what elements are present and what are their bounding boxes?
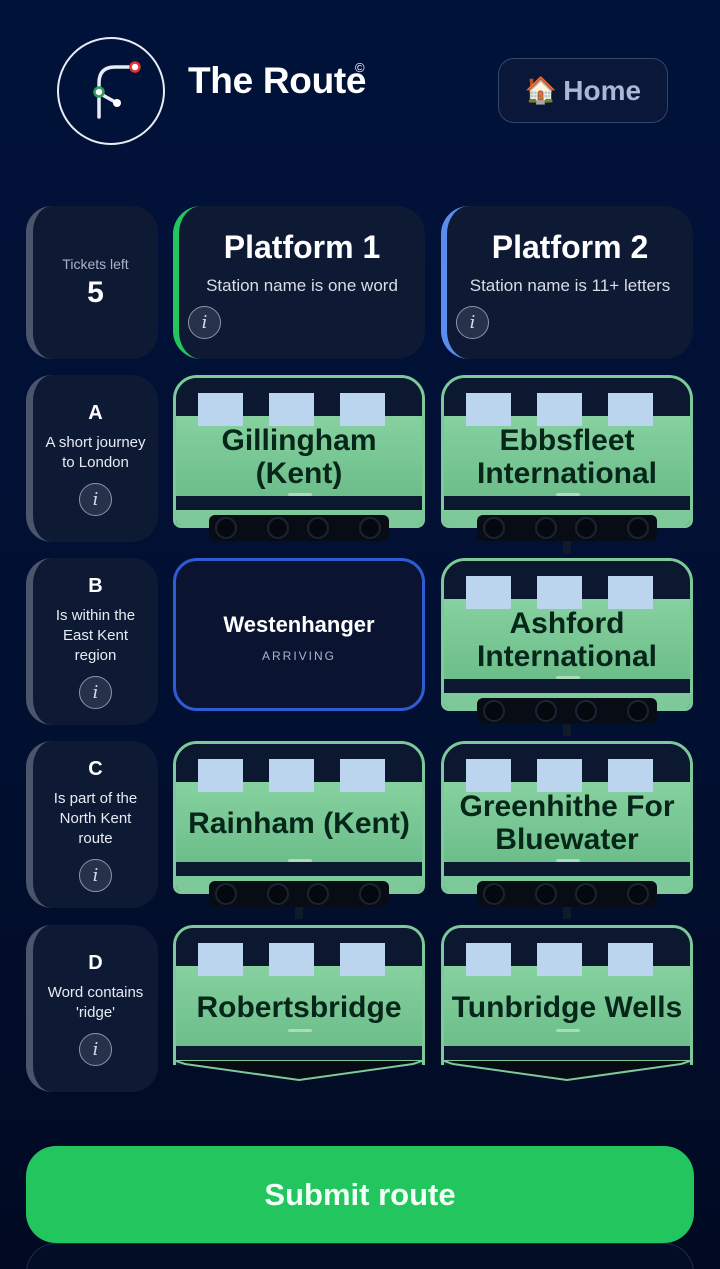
train-wheels: [209, 881, 389, 907]
platform-2-info-icon[interactable]: i: [456, 306, 489, 339]
station-tile-a1[interactable]: Gillingham (Kent): [173, 375, 425, 528]
train-wheels: [477, 515, 657, 541]
rule-letter: C: [88, 757, 103, 780]
station-tile-d1[interactable]: Robertsbridge: [173, 925, 425, 1065]
station-name: Ebbsfleet International: [476, 424, 657, 490]
train-door-mark: [556, 1029, 580, 1032]
train-wheels: [477, 881, 657, 907]
rule-text: Is part of the North Kent route: [53, 789, 138, 847]
train-nose: [173, 1060, 425, 1082]
rule-card-c: C Is part of the North Kent route i: [26, 741, 158, 908]
train-door-mark: [288, 1029, 312, 1032]
platform-1-title: Platform 1: [223, 229, 381, 265]
rule-c-info-icon[interactable]: i: [79, 858, 112, 892]
train-stripe: [444, 862, 690, 876]
train-door-mark: [556, 859, 580, 862]
platform-2-header: Platform 2 Station name is 11+ letters i: [441, 206, 693, 359]
arriving-status: ARRIVING: [261, 649, 336, 663]
station-name: Greenhithe For Bluewater: [459, 790, 675, 856]
platform-2-title: Platform 2: [491, 229, 649, 265]
station-tile-c2[interactable]: Greenhithe For Bluewater: [441, 741, 693, 894]
arriving-station-name: Westenhanger: [223, 612, 375, 637]
train-stripe: [444, 1046, 690, 1060]
station-name: Ashford International: [476, 607, 657, 673]
copyright-mark: ©: [355, 60, 365, 75]
train-stripe: [444, 496, 690, 510]
rule-text: Word contains 'ridge': [47, 983, 144, 1021]
station-tile-b2[interactable]: Ashford International: [441, 558, 693, 711]
train-wheels: [477, 698, 657, 724]
station-name: Gillingham (Kent): [221, 424, 377, 490]
train-stripe: [444, 679, 690, 693]
tickets-left-count: 5: [87, 275, 104, 309]
station-tile-a2[interactable]: Ebbsfleet International: [441, 375, 693, 528]
app-title: The Route: [188, 60, 367, 101]
platform-1-rule: Station name is one word: [206, 276, 398, 295]
train-door-mark: [288, 859, 312, 862]
house-icon: 🏠: [524, 75, 558, 105]
submit-route-button[interactable]: Submit route: [26, 1146, 694, 1243]
train-wheels: [209, 515, 389, 541]
train-stripe: [176, 862, 422, 876]
rule-d-info-icon[interactable]: i: [79, 1032, 112, 1066]
train-door-mark: [556, 493, 580, 496]
station-tile-d2[interactable]: Tunbridge Wells: [441, 925, 693, 1065]
rule-text: A short journey to London: [45, 433, 146, 471]
secondary-button[interactable]: [26, 1243, 694, 1269]
home-button-label: Home: [563, 74, 642, 106]
train-door-mark: [556, 676, 580, 679]
rule-card-d: D Word contains 'ridge' i: [26, 925, 158, 1092]
tickets-left-label: Tickets left: [62, 255, 129, 272]
home-button[interactable]: 🏠 Home: [498, 58, 668, 123]
rule-letter: A: [88, 401, 103, 424]
rule-card-b: B Is within the East Kent region i: [26, 558, 158, 725]
rule-card-a: A A short journey to London i: [26, 375, 158, 542]
route-logo-icon: [57, 37, 165, 145]
rule-b-info-icon[interactable]: i: [79, 675, 112, 709]
rule-a-info-icon[interactable]: i: [79, 482, 112, 516]
station-name: Rainham (Kent): [188, 806, 410, 840]
rule-letter: B: [88, 574, 103, 597]
train-stripe: [176, 496, 422, 510]
train-stripe: [176, 1046, 422, 1060]
station-tile-c1[interactable]: Rainham (Kent): [173, 741, 425, 894]
platform-2-rule: Station name is 11+ letters: [469, 276, 671, 295]
tickets-left-card: Tickets left 5: [26, 206, 158, 359]
rule-letter: D: [88, 951, 103, 974]
app-header: The Route © 🏠 Home: [0, 0, 720, 180]
rule-text: Is within the East Kent region: [55, 606, 136, 664]
platform-1-info-icon[interactable]: i: [188, 306, 221, 339]
platform-1-header: Platform 1 Station name is one word i: [173, 206, 425, 359]
train-nose: [441, 1060, 693, 1082]
station-tile-b1-arriving[interactable]: Westenhanger ARRIVING: [173, 558, 425, 711]
train-door-mark: [288, 493, 312, 496]
